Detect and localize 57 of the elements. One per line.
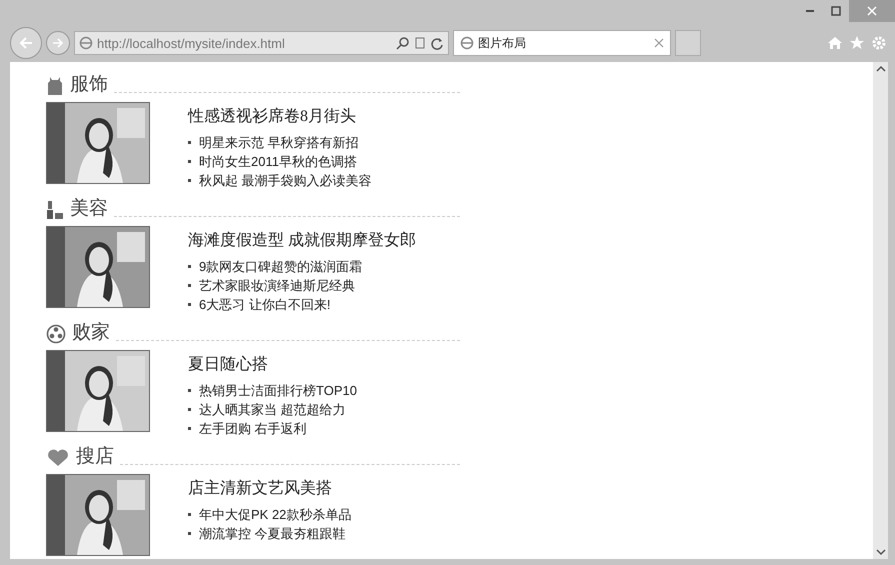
- article-link[interactable]: 年中大促PK 22款秒杀单品: [199, 505, 352, 524]
- article-link[interactable]: 左手团购 右手返利: [199, 419, 307, 438]
- heart-icon: [46, 448, 70, 468]
- article-title[interactable]: 店主清新文艺风美搭: [188, 478, 352, 499]
- bullet-icon: [188, 303, 191, 306]
- bullet-icon: [188, 389, 191, 392]
- document-icon[interactable]: [414, 36, 426, 50]
- maximize-icon: [831, 6, 841, 16]
- article-link[interactable]: 热销男士洁面排行榜TOP10: [199, 381, 357, 400]
- section-heading: 败家: [72, 322, 110, 344]
- section-heading: 服饰: [70, 74, 108, 96]
- bullet-icon: [188, 179, 191, 182]
- article-link[interactable]: 时尚女生2011早秋的色调搭: [199, 152, 357, 171]
- minimize-icon: [806, 10, 814, 12]
- close-icon: [867, 6, 877, 16]
- tab-title: 图片布局: [478, 34, 527, 52]
- back-arrow-icon: [18, 35, 34, 51]
- forward-arrow-icon: [52, 37, 64, 49]
- article-title[interactable]: 性感透视衫席卷8月街头: [188, 106, 372, 127]
- page-icon: [460, 36, 474, 50]
- bullet-icon: [188, 284, 191, 287]
- bullet-icon: [188, 141, 191, 144]
- address-bar[interactable]: http://localhost/mysite/index.html: [74, 31, 449, 55]
- bullet-icon: [188, 513, 191, 516]
- lipstick-icon: [46, 200, 64, 220]
- scrollbar[interactable]: [873, 62, 888, 559]
- article-link[interactable]: 明星来示范 早秋穿搭有新招: [199, 133, 359, 152]
- url-text: http://localhost/mysite/index.html: [97, 36, 286, 50]
- bullet-icon: [188, 265, 191, 268]
- settings-icon[interactable]: [871, 35, 887, 51]
- refresh-icon[interactable]: [430, 36, 444, 50]
- bullet-icon: [188, 427, 191, 430]
- close-tab-icon[interactable]: [654, 38, 664, 48]
- page-icon: [79, 36, 93, 50]
- star-icon[interactable]: [849, 35, 865, 51]
- close-button[interactable]: [849, 0, 895, 22]
- bullet-icon: [188, 532, 191, 535]
- section-heading: 美容: [70, 198, 108, 220]
- section-heading: 搜店: [76, 446, 114, 468]
- article-link[interactable]: 艺术家眼妆演绎迪斯尼经典: [199, 276, 355, 295]
- article-link[interactable]: 6大恶习 让你白不回来!: [199, 295, 330, 314]
- article-link[interactable]: 达人晒其家当 超范超给力: [199, 400, 346, 419]
- bullet-icon: [188, 408, 191, 411]
- article-link[interactable]: 9款网友口碑超赞的滋润面霜: [199, 257, 362, 276]
- forward-button[interactable]: [46, 31, 70, 55]
- film-reel-icon: [46, 324, 66, 344]
- article-link[interactable]: 潮流掌控 今夏最夯粗跟鞋: [199, 524, 346, 543]
- browser-tab[interactable]: 图片布局: [453, 30, 671, 56]
- search-icon[interactable]: [396, 36, 410, 50]
- article-title[interactable]: 海滩度假造型 成就假期摩登女郎: [188, 230, 416, 251]
- new-tab-button[interactable]: [675, 30, 701, 56]
- dress-icon: [46, 76, 64, 96]
- article-title[interactable]: 夏日随心搭: [188, 354, 357, 375]
- bullet-icon: [188, 160, 191, 163]
- home-icon[interactable]: [827, 35, 843, 51]
- back-button[interactable]: [10, 27, 42, 59]
- article-link[interactable]: 秋风起 最潮手袋购入必读美容: [199, 171, 372, 190]
